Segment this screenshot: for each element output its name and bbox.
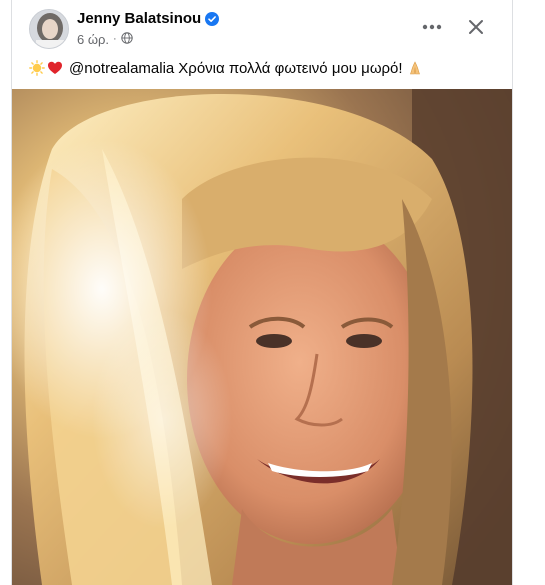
more-options-icon	[422, 24, 442, 30]
close-button[interactable]	[458, 9, 494, 45]
verified-badge-icon	[205, 12, 220, 26]
photo-image	[12, 89, 512, 585]
globe-icon	[120, 31, 133, 47]
author-row: Jenny Balatsinou	[77, 9, 220, 29]
mention-link[interactable]: @notrealamalia	[69, 60, 174, 77]
post-meta: 6 ώρ. ·	[77, 30, 219, 48]
page: Jenny Balatsinou 6 ώρ. · @notrealamalia …	[0, 0, 545, 585]
post-photo[interactable]	[12, 89, 512, 585]
folded-hands-emoji	[407, 60, 423, 76]
red-heart-emoji	[47, 60, 63, 76]
more-options-button[interactable]	[414, 9, 450, 45]
meta-separator: ·	[113, 33, 117, 45]
close-icon	[469, 20, 483, 34]
post-time[interactable]: 6 ώρ.	[77, 32, 109, 47]
post-header: Jenny Balatsinou 6 ώρ. ·	[29, 9, 498, 51]
author-name[interactable]: Jenny Balatsinou	[77, 9, 201, 29]
post-card: Jenny Balatsinou 6 ώρ. · @notrealamalia …	[11, 0, 513, 585]
avatar-image	[30, 10, 68, 48]
author-block: Jenny Balatsinou 6 ώρ. ·	[77, 9, 220, 48]
author-avatar[interactable]	[29, 9, 69, 49]
caption-text: Χρόνια πολλά φωτεινό μου μωρό!	[178, 59, 403, 77]
sun-emoji	[29, 60, 45, 76]
post-caption: @notrealamalia Χρόνια πολλά φωτεινό μου …	[29, 56, 498, 80]
